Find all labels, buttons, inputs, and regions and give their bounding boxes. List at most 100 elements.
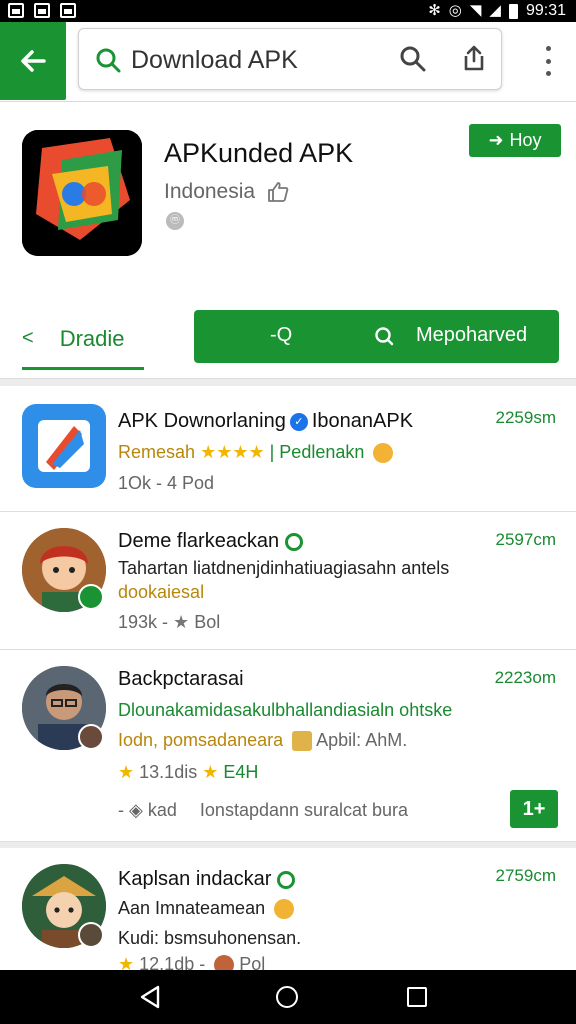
- item-tag-label: kad: [147, 800, 177, 820]
- item-footer-text: Ionstapdann suralcat bura: [199, 800, 409, 820]
- tab-label: Dradie: [59, 325, 125, 351]
- tabs-row: < Dradie -Q Mepoharved: [0, 302, 576, 380]
- verified-icon: [277, 870, 296, 889]
- manage-action-label: Mepoharved: [416, 324, 528, 346]
- emoji-icon: [373, 443, 394, 464]
- search-icon: [96, 48, 121, 73]
- arrow-left-icon: [21, 50, 46, 72]
- item-title-text: Deme flarkeackan: [118, 530, 280, 552]
- item-tag: Iodn, pomsadaneara: [118, 730, 284, 750]
- verified-icon: [285, 532, 304, 551]
- app-icon: [22, 404, 106, 488]
- item-description: Dlounakamidasakulbhallandiasialn ohtske: [118, 700, 453, 720]
- verified-icon: ✓: [289, 412, 308, 431]
- item-note: Apbil: AhM.: [316, 730, 408, 750]
- star-icon: ★: [202, 762, 219, 782]
- image-notification-icon: [8, 3, 24, 18]
- item-meta: Iodn, pomsadaneara Apbil: AhM.: [118, 730, 408, 752]
- status-right: ✻ ◎ ◥ ◢ 99:31: [428, 0, 566, 22]
- app-logo-icon: [22, 130, 142, 256]
- back-button[interactable]: [0, 22, 66, 100]
- item-tag: Remesah: [118, 442, 196, 462]
- verified-badge-icon: [78, 584, 104, 610]
- play-icon: ➜: [488, 130, 504, 150]
- item-time: 2223om: [494, 668, 556, 687]
- item-downloads: 193k -: [118, 612, 169, 632]
- item-description: Aan Imnateamean: [118, 898, 295, 920]
- nav-recents-icon[interactable]: [407, 987, 427, 1007]
- rating-stars: ★★★★: [200, 442, 265, 462]
- emoji-icon: [292, 731, 313, 752]
- system-nav-bar: [0, 970, 576, 1024]
- item-meta: Remesah ★★★★ | Pedlenakn: [118, 442, 394, 464]
- bluetooth-icon: ✻: [428, 2, 441, 19]
- list-item[interactable]: APK Downorlaning ✓ IbonanAPK 2259sm Remesa…: [0, 386, 576, 512]
- item-time: 2259sm: [495, 408, 556, 427]
- battery-icon: [508, 3, 518, 19]
- image-notification-icon: [34, 3, 50, 18]
- item-title: Deme flarkeackan: [118, 530, 304, 553]
- item-downloads: E4H: [223, 762, 259, 782]
- item-title: Backpctarasai: [118, 668, 244, 690]
- share-icon[interactable]: [459, 43, 489, 73]
- top-app-bar: Download APK: [0, 22, 576, 102]
- item-rating: Bol: [194, 612, 221, 632]
- list-item[interactable]: Backpctarasai 2223om Dlounakamidasakulbh…: [0, 650, 576, 842]
- item-note: Kudi: bsmsuhonensan.: [118, 928, 302, 948]
- app-header: APKunded APK Indonesia ⓜ ➜ Hoy: [0, 102, 576, 302]
- item-category: | Pedlenakn: [269, 442, 365, 462]
- thumbs-up-icon[interactable]: [266, 180, 290, 204]
- item-footer: - ◈ kad Ionstapdann suralcat bura: [118, 800, 408, 821]
- status-bar: ✻ ◎ ◥ ◢ 99:31: [0, 0, 576, 22]
- emoji-icon: [274, 899, 295, 920]
- search-input[interactable]: Download APK: [78, 28, 502, 90]
- content-rating-badge: ⓜ: [166, 212, 184, 230]
- search-icon: [375, 326, 394, 345]
- action-bar[interactable]: -Q Mepoharved: [194, 310, 559, 363]
- item-time: 2597cm: [495, 530, 556, 549]
- item-rating: 13.1dis: [139, 762, 198, 782]
- list-item[interactable]: Deme flarkeackan 2597cm Tahartan liatdne…: [0, 512, 576, 650]
- search-query: Download APK: [131, 46, 298, 74]
- app-developer: Indonesia: [164, 180, 256, 203]
- item-title-text: Kaplsan indackar: [118, 868, 272, 890]
- search-action[interactable]: -Q: [270, 324, 292, 347]
- list-item[interactable]: Kaplsan indackar 2759cm Aan Imnateamean …: [0, 848, 576, 976]
- alarm-icon: ◎: [448, 2, 462, 19]
- item-description: Tahartan liatdnenjdinhatiuagiasahn antel…: [118, 558, 450, 578]
- notification-icons: [8, 3, 76, 18]
- chevron-left-icon: <: [22, 327, 34, 349]
- user-badge-icon: [78, 922, 104, 948]
- item-stats: 193k - ★ Bol: [118, 612, 220, 633]
- clock: 99:31: [525, 2, 566, 19]
- item-stats: 1Ok - 4 Pod: [118, 473, 215, 493]
- item-title-text: APK Downorlaning: [118, 410, 286, 432]
- star-icon: ★: [118, 762, 135, 782]
- user-badge-icon: [78, 724, 104, 750]
- star-icon: ★: [173, 612, 190, 632]
- nav-home-icon[interactable]: [276, 986, 298, 1008]
- item-title: Kaplsan indackar: [118, 868, 296, 891]
- wifi-icon: ◥: [469, 2, 482, 19]
- overflow-menu-icon[interactable]: [544, 46, 552, 76]
- manage-action[interactable]: Mepoharved: [374, 324, 527, 347]
- search-action-label: -Q: [270, 324, 293, 346]
- add-button[interactable]: 1+: [510, 790, 558, 828]
- section-divider: [0, 378, 576, 386]
- signal-icon: ◢: [489, 2, 501, 19]
- dash: -: [118, 800, 124, 820]
- item-tag: dookaiesal: [118, 582, 205, 602]
- item-description-text: Aan Imnateamean: [118, 898, 266, 918]
- nav-back-icon[interactable]: [138, 984, 162, 1010]
- tag-icon: ◈: [129, 800, 143, 820]
- search-icon[interactable]: [399, 45, 427, 73]
- tab-dradie[interactable]: < Dradie: [22, 310, 144, 370]
- item-title-suffix: IbonanAPK: [311, 410, 414, 432]
- app-title: APKunded APK: [164, 138, 354, 168]
- item-time: 2759cm: [495, 866, 556, 885]
- play-label: Hoy: [509, 130, 542, 150]
- file-notification-icon: [60, 3, 76, 18]
- item-stats: ★ 13.1dis ★ E4H: [118, 762, 258, 783]
- item-title: APK Downorlaning ✓ IbonanAPK: [118, 410, 413, 433]
- play-button[interactable]: ➜ Hoy: [469, 124, 561, 157]
